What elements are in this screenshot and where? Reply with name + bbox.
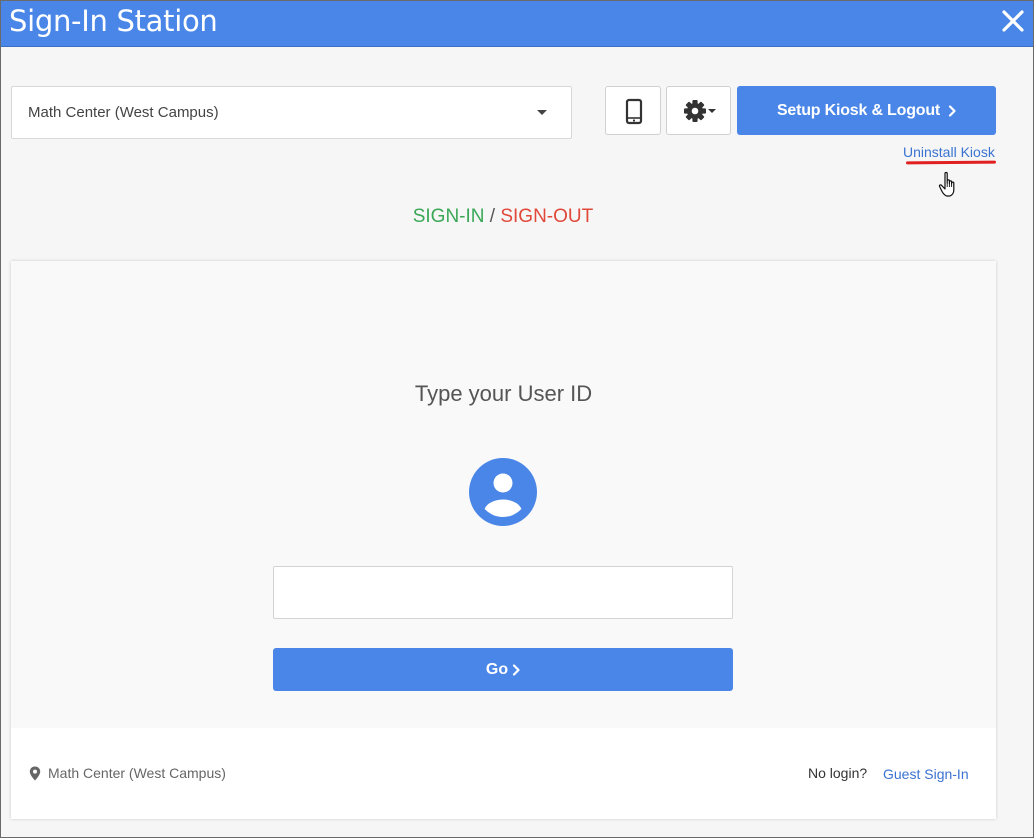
location-select[interactable]: Math Center (West Campus) bbox=[11, 86, 572, 139]
title-bar: Sign-In Station bbox=[1, 1, 1033, 47]
settings-dropdown-button[interactable] bbox=[666, 86, 731, 135]
go-button[interactable]: Go bbox=[273, 648, 733, 691]
user-id-prompt: Type your User ID bbox=[414, 381, 593, 406]
sign-out-label: SIGN-OUT bbox=[500, 206, 594, 227]
mobile-view-button[interactable] bbox=[605, 86, 661, 135]
sign-in-card: Type your User ID Go Math Center (West C… bbox=[11, 261, 996, 819]
hand-pointer-icon bbox=[938, 171, 955, 197]
mode-heading: SIGN-IN / SIGN-OUT bbox=[1, 206, 1005, 228]
no-login-label: No login? bbox=[808, 765, 868, 781]
close-icon bbox=[1002, 10, 1024, 32]
map-pin-icon bbox=[29, 766, 41, 780]
close-button[interactable] bbox=[999, 7, 1027, 35]
chevron-right-icon bbox=[948, 104, 956, 117]
mobile-phone-icon bbox=[625, 98, 643, 125]
sign-in-station-window: Sign-In Station Math Center (West Campus… bbox=[0, 0, 1034, 838]
footer-location: Math Center (West Campus) bbox=[29, 765, 226, 781]
user-avatar-icon bbox=[469, 458, 537, 526]
go-label: Go bbox=[485, 660, 509, 678]
location-select-value: Math Center (West Campus) bbox=[28, 104, 219, 121]
gear-icon bbox=[684, 100, 716, 122]
uninstall-kiosk-link[interactable]: Uninstall Kiosk bbox=[903, 144, 995, 160]
setup-kiosk-logout-button[interactable]: Setup Kiosk & Logout bbox=[737, 86, 996, 135]
sign-in-label: SIGN-IN bbox=[412, 206, 485, 227]
card-footer: Math Center (West Campus) No login? Gues… bbox=[11, 728, 996, 819]
chevron-right-icon bbox=[513, 663, 520, 676]
user-id-input[interactable] bbox=[273, 566, 733, 619]
setup-kiosk-logout-label: Setup Kiosk & Logout bbox=[776, 101, 941, 119]
guest-sign-in-link[interactable]: Guest Sign-In bbox=[883, 766, 969, 782]
mode-separator: / bbox=[489, 206, 496, 227]
chevron-down-icon bbox=[537, 110, 547, 115]
highlight-underline bbox=[905, 160, 997, 165]
footer-location-label: Math Center (West Campus) bbox=[48, 765, 226, 781]
window-title: Sign-In Station bbox=[9, 4, 218, 38]
